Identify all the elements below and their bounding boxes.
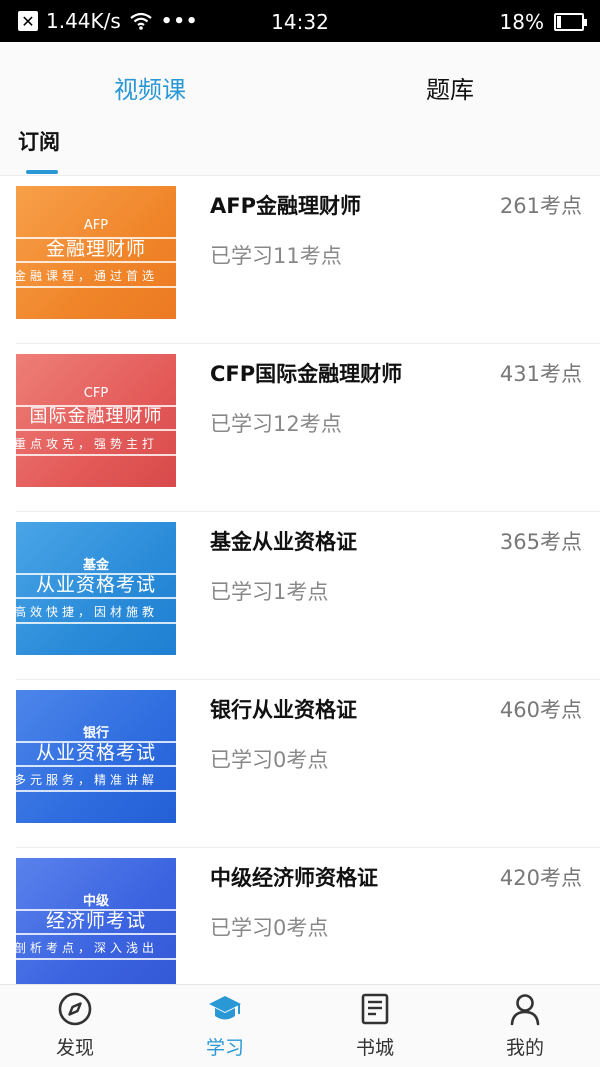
status-right: 18%: [499, 10, 587, 34]
course-thumbnail[interactable]: AFP 金融理财师 金融课程，通过首选: [16, 186, 176, 319]
course-title[interactable]: 中级经济师资格证: [210, 862, 378, 892]
status-bar: ✕ 1.44K/s ••• 14:32 18%: [0, 0, 600, 42]
sub-tab-indicator: [26, 170, 58, 174]
list-item[interactable]: 基金 从业资格考试 高效快捷，因材施教 基金从业资格证 365考点 已学习1考点: [0, 512, 600, 680]
course-progress: 已学习1考点: [210, 580, 329, 604]
course-thumbnail[interactable]: 基金 从业资格考试 高效快捷，因材施教: [16, 522, 176, 655]
thumb-slogan: 金融课程，通过首选: [16, 269, 159, 283]
course-title[interactable]: 银行从业资格证: [210, 694, 357, 724]
thumb-title: 国际金融理财师: [29, 406, 163, 427]
nav-label: 学习: [205, 1037, 244, 1059]
thumb-small-text: CFP: [83, 386, 109, 401]
course-thumbnail[interactable]: 银行 从业资格考试 多元服务，精准讲解: [16, 690, 176, 823]
course-progress: 已学习11考点: [210, 244, 342, 268]
course-thumbnail[interactable]: 中级 经济师考试 剖析考点，深入浅出: [16, 858, 176, 984]
course-point-count: 460考点: [499, 698, 582, 722]
battery-fill: [557, 16, 561, 28]
course-thumbnail[interactable]: CFP 国际金融理财师 重点攻克，强势主打: [16, 354, 176, 487]
course-list[interactable]: AFP 金融理财师 金融课程，通过首选 AFP金融理财师 261考点 已学习11…: [0, 176, 600, 984]
person-icon: [510, 994, 540, 1026]
thumb-slogan: 高效快捷，因材施教: [16, 605, 159, 619]
battery-percent: 18%: [499, 10, 544, 34]
thumb-title: 经济师考试: [45, 910, 146, 932]
compass-icon: [58, 992, 92, 1026]
nav-study[interactable]: 学习: [150, 985, 300, 1067]
thumb-title: 金融理财师: [45, 238, 146, 260]
course-progress: 已学习0考点: [210, 916, 329, 940]
course-title[interactable]: AFP金融理财师: [210, 190, 361, 220]
course-point-count: 431考点: [499, 362, 582, 386]
thumb-slogan: 重点攻克，强势主打: [16, 437, 159, 451]
thumb-slogan: 剖析考点，深入浅出: [16, 941, 159, 955]
thumb-title: 从业资格考试: [35, 574, 156, 596]
list-item[interactable]: AFP 金融理财师 金融课程，通过首选 AFP金融理财师 261考点 已学习11…: [0, 176, 600, 344]
course-progress: 已学习0考点: [210, 748, 329, 772]
course-title[interactable]: CFP国际金融理财师: [210, 358, 402, 388]
course-point-count: 261考点: [499, 194, 582, 218]
book-icon: [361, 993, 389, 1025]
sub-tabs: 订阅: [0, 112, 600, 176]
nav-label: 我的: [505, 1037, 544, 1059]
nav-bookstore[interactable]: 书城: [300, 985, 450, 1067]
list-item[interactable]: 银行 从业资格考试 多元服务，精准讲解 银行从业资格证 460考点 已学习0考点: [0, 680, 600, 848]
nav-mine[interactable]: 我的: [450, 985, 600, 1067]
course-point-count: 365考点: [499, 530, 582, 554]
thumb-slogan: 多元服务，精准讲解: [16, 773, 159, 787]
course-point-count: 420考点: [499, 866, 582, 890]
nav-label: 书城: [355, 1037, 394, 1059]
nav-discover[interactable]: 发现: [0, 985, 150, 1067]
list-item[interactable]: 中级 经济师考试 剖析考点，深入浅出 中级经济师资格证 420考点 已学习0考点: [0, 848, 600, 984]
course-title[interactable]: 基金从业资格证: [210, 526, 357, 556]
nav-label: 发现: [55, 1037, 94, 1059]
course-progress: 已学习12考点: [210, 412, 342, 436]
graduation-cap-icon: [209, 996, 241, 1020]
list-item[interactable]: CFP 国际金融理财师 重点攻克，强势主打 CFP国际金融理财师 431考点 已…: [0, 344, 600, 512]
bottom-nav: 发现 学习 书城 我的: [0, 984, 600, 1067]
thumb-small-text: AFP: [83, 218, 109, 233]
thumb-title: 从业资格考试: [35, 742, 156, 764]
battery-icon: [554, 13, 587, 31]
sub-tab-subscribe[interactable]: 订阅: [18, 126, 60, 156]
